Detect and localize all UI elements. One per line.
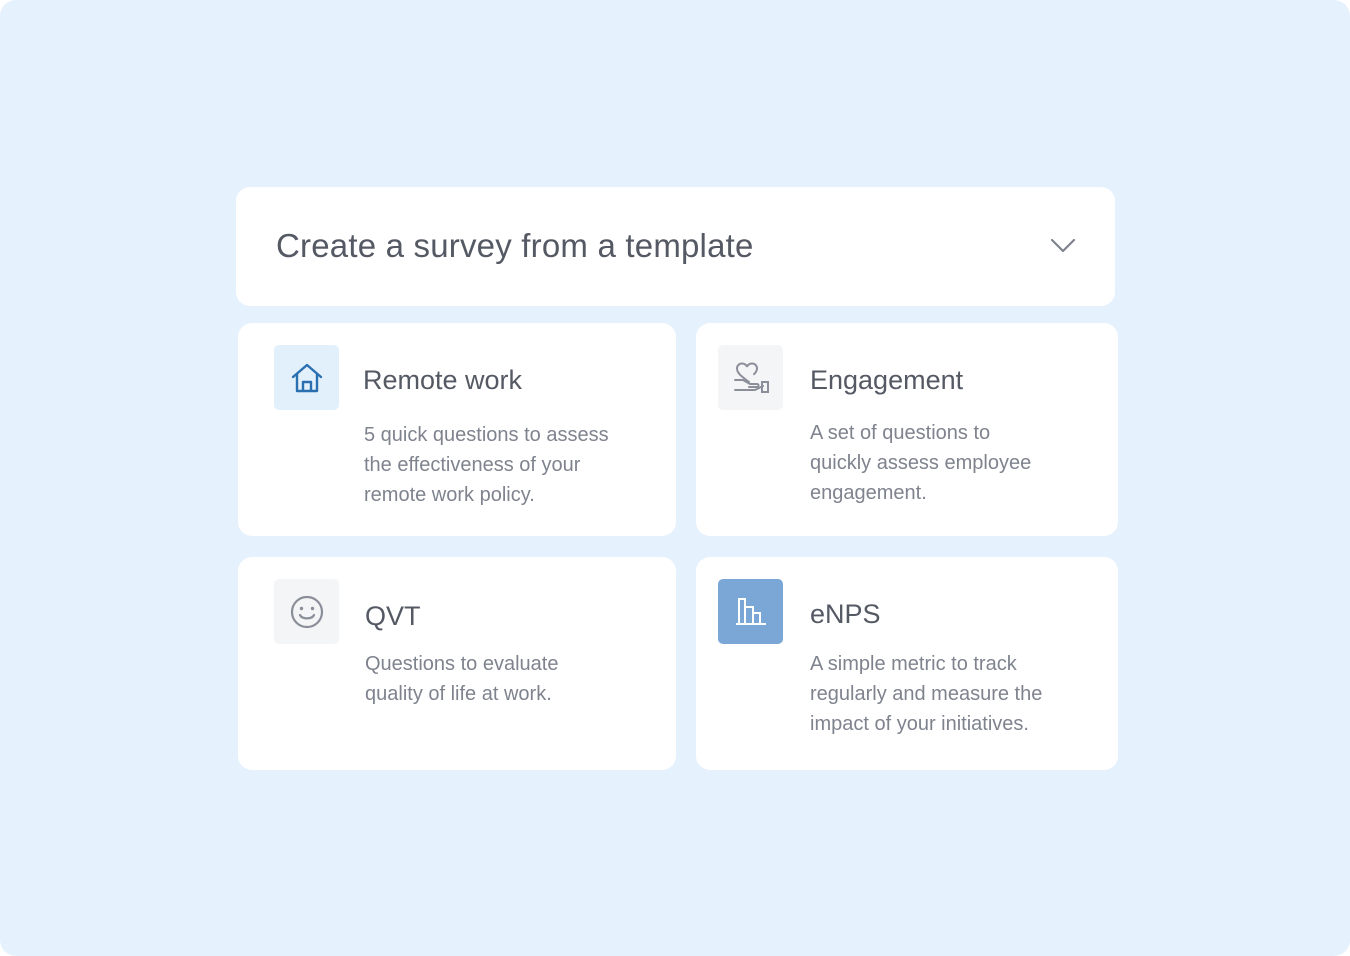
template-title: QVT [365,601,421,631]
template-card-engagement[interactable]: Engagement A set of questions to quickly… [696,323,1118,536]
template-dropdown-header[interactable]: Create a survey from a template [236,187,1115,306]
heart-hand-icon [718,345,783,410]
house-icon [274,345,339,410]
template-title: Remote work [363,365,523,395]
chevron-down-icon[interactable] [1048,233,1078,259]
smiley-icon [274,579,339,644]
template-description: A set of questions to quickly assess emp… [810,422,1032,504]
template-title: eNPS [810,599,881,629]
dropdown-title: Create a survey from a template [276,227,754,264]
bar-chart-icon [718,579,783,644]
template-title: Engagement [810,365,964,395]
page-background: Create a survey from a template Remote w… [0,0,1350,956]
template-card-remote-work[interactable]: Remote work 5 quick questions to assess … [238,323,676,536]
template-description: Questions to evaluate quality of life at… [365,653,559,705]
template-description: 5 quick questions to assess the effectiv… [364,424,609,506]
template-card-qvt[interactable]: QVT Questions to evaluate quality of lif… [238,557,676,770]
template-description: A simple metric to track regularly and m… [810,653,1043,735]
template-card-enps[interactable]: eNPS A simple metric to track regularly … [696,557,1118,770]
